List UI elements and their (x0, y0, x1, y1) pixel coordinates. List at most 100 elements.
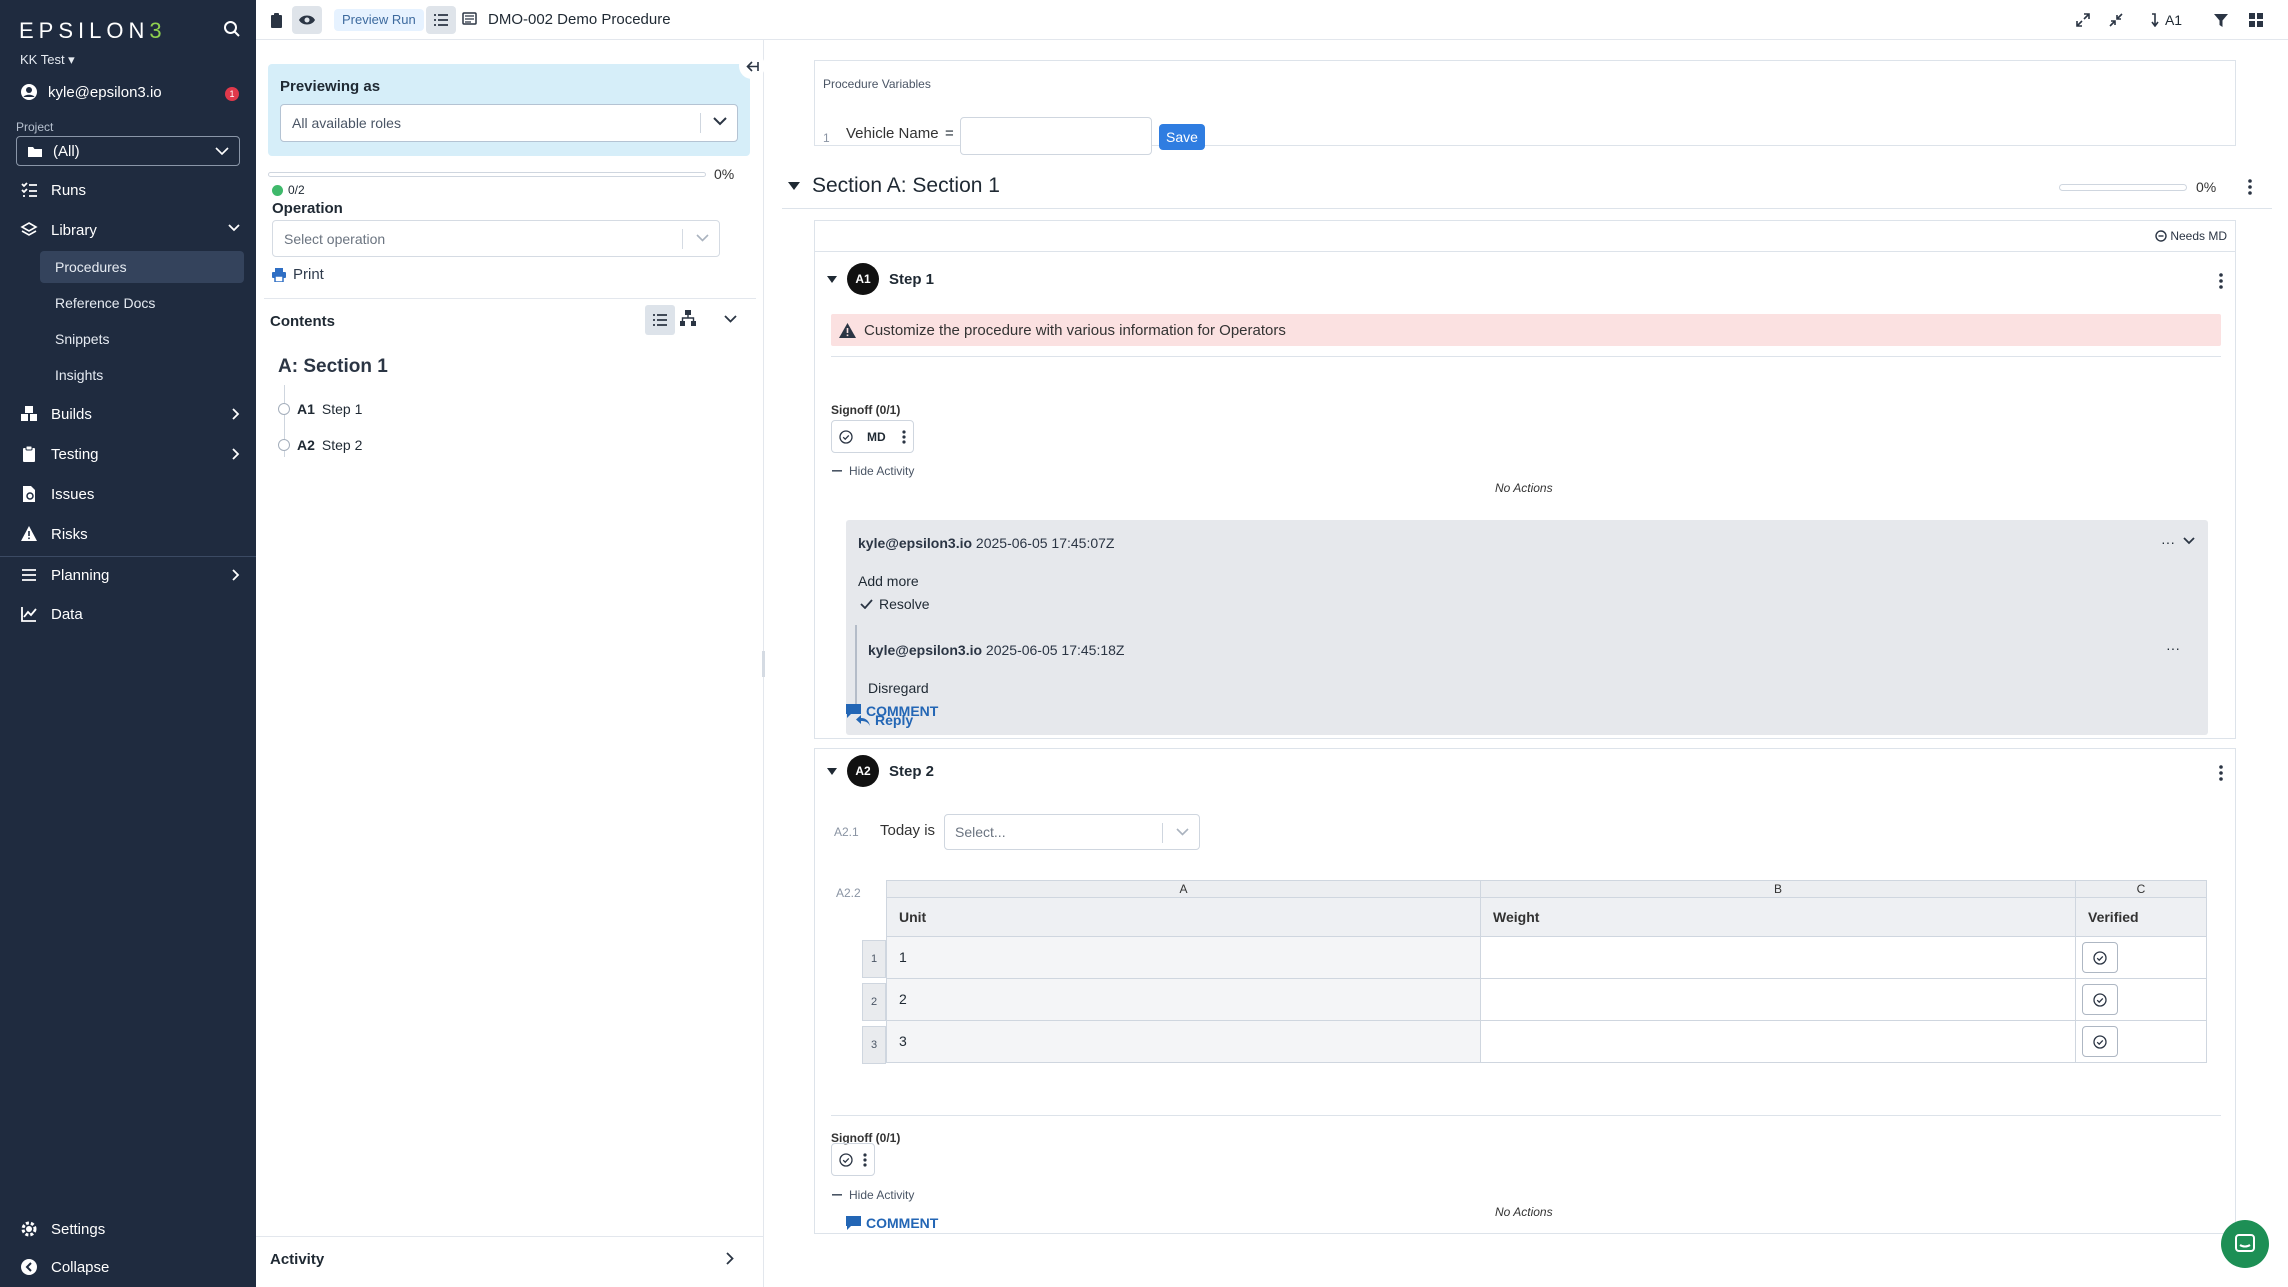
step-status-circle (278, 439, 290, 451)
user-menu[interactable]: kyle@epsilon3.io (20, 83, 162, 101)
operation-select[interactable]: Select operation (272, 220, 720, 257)
step-title: Step 2 (889, 762, 935, 780)
table-cell-verified (2075, 978, 2207, 1021)
variables-label: Procedure Variables (823, 77, 931, 91)
collapse-all-button[interactable] (2105, 6, 2127, 34)
nav-snippets[interactable]: Snippets (40, 323, 244, 355)
nav-risks[interactable]: Risks (0, 516, 256, 552)
table-cell-unit[interactable]: 3 (886, 1020, 1481, 1063)
more-vertical-icon[interactable] (863, 1152, 867, 1167)
procedure-main: Procedure Variables 1 Vehicle Name = Sav… (765, 40, 2288, 1287)
verify-button[interactable] (2082, 984, 2118, 1015)
step-header[interactable]: A1 Step 1 (827, 263, 934, 295)
table-cell-unit[interactable]: 1 (886, 936, 1481, 979)
expand-all-button[interactable] (2072, 6, 2094, 34)
search-icon[interactable] (223, 20, 241, 38)
comment-icon (846, 1216, 861, 1230)
jump-to-step-button[interactable]: A1 (2146, 6, 2186, 34)
run-progress-pct: 0% (714, 166, 735, 182)
nav-reference-docs[interactable]: Reference Docs (40, 287, 244, 319)
list-view-button[interactable] (645, 305, 675, 335)
comment-button[interactable]: COMMENT (846, 1215, 938, 1231)
filter-icon (2214, 13, 2228, 27)
chevron-right-icon[interactable] (726, 1252, 734, 1265)
hide-activity-toggle[interactable]: Hide Activity (832, 464, 914, 478)
clipboard-button[interactable] (266, 6, 286, 34)
user-avatar-icon (21, 84, 37, 100)
table-cell-unit[interactable]: 2 (886, 978, 1481, 1021)
print-button[interactable]: Print (272, 266, 324, 283)
activity-toggle[interactable]: Activity (270, 1251, 324, 1268)
resolve-button[interactable]: Resolve (860, 596, 930, 612)
step-a2: A2 Step 2 A2.1 Today is Select... A2.2 A… (814, 748, 2236, 1234)
toc-section-title[interactable]: A: Section 1 (278, 356, 388, 378)
expand-icon (2076, 13, 2090, 27)
chevron-down-icon (713, 117, 727, 126)
toc-step-a1[interactable]: A1 Step 1 (278, 401, 362, 417)
step-a1: Needs MD A1 Step 1 Customize the procedu… (814, 220, 2236, 739)
project-select[interactable]: (All) (16, 136, 240, 166)
vehicle-name-input[interactable] (960, 117, 1152, 155)
today-select[interactable]: Select... (944, 814, 1200, 850)
nav-issues[interactable]: Issues (0, 476, 256, 512)
section-header[interactable]: Section A: Section 1 (788, 174, 1000, 198)
signoff-control[interactable] (831, 1143, 875, 1176)
table-cell-verified (2075, 1020, 2207, 1063)
roles-select[interactable]: All available roles (280, 104, 738, 142)
check-circle-icon (2093, 992, 2107, 1007)
step-status-circle (278, 403, 290, 415)
chat-launcher-button[interactable] (2221, 1220, 2269, 1268)
more-vertical-icon[interactable] (2219, 273, 2223, 289)
minus-icon (832, 470, 842, 472)
printer-icon (272, 267, 286, 282)
notification-badge[interactable]: 1 (225, 87, 239, 101)
verify-button[interactable] (2082, 1026, 2118, 1057)
comment-thread: kyle@epsilon3.io 2025-06-05 17:45:07Z ··… (846, 520, 2208, 735)
chevron-down-icon (696, 234, 709, 242)
org-switcher[interactable]: KK Test ▾ (20, 52, 75, 68)
nav-insights[interactable]: Insights (40, 359, 244, 391)
runs-icon (21, 182, 37, 197)
check-circle-icon[interactable] (839, 429, 853, 444)
nav-planning[interactable]: Planning (0, 557, 256, 593)
more-vertical-icon[interactable] (2248, 179, 2252, 195)
hide-activity-toggle[interactable]: Hide Activity (832, 1188, 914, 1202)
reply-author: kyle@epsilon3.io 2025-06-05 17:45:18Z (868, 642, 1125, 658)
nav-procedures[interactable]: Procedures (40, 251, 244, 283)
collapse-sidebar-button[interactable] (739, 53, 765, 79)
nav-settings[interactable]: Settings (0, 1211, 256, 1247)
reply-body: Disregard (868, 680, 929, 696)
check-circle-icon[interactable] (839, 1152, 853, 1167)
step-header[interactable]: A2 Step 2 (827, 755, 934, 787)
nav-data[interactable]: Data (0, 596, 256, 632)
comment-button[interactable]: COMMENT (846, 703, 938, 719)
comment-icon (846, 704, 861, 718)
nav-runs[interactable]: Runs (0, 172, 256, 208)
save-variable-button[interactable]: Save (1159, 124, 1205, 150)
signoff-label: Signoff (0/1) (831, 403, 901, 417)
logo[interactable]: EPSILON3 (19, 18, 167, 44)
table-cell-weight[interactable] (1480, 1020, 2076, 1063)
nav-testing[interactable]: Testing (0, 436, 256, 472)
outline-toggle[interactable] (426, 6, 456, 34)
nav-builds[interactable]: Builds (0, 396, 256, 432)
table-cell-weight[interactable] (1480, 936, 2076, 979)
signoff-control[interactable]: MD (831, 420, 914, 453)
nav-collapse[interactable]: Collapse (0, 1249, 256, 1285)
comment-menu-button[interactable]: ··· (2161, 534, 2175, 550)
tree-view-button[interactable] (680, 310, 696, 326)
more-vertical-icon[interactable] (2219, 765, 2223, 781)
filter-button[interactable] (2210, 6, 2232, 34)
chevron-down-icon[interactable] (724, 315, 737, 323)
more-vertical-icon[interactable] (902, 429, 906, 444)
chevron-down-icon[interactable] (2183, 537, 2195, 545)
variable-name: Vehicle Name (846, 125, 939, 142)
verify-button[interactable] (2082, 942, 2118, 973)
table-cell-weight[interactable] (1480, 978, 2076, 1021)
preview-toggle[interactable] (292, 6, 322, 34)
layout-button[interactable] (2245, 6, 2267, 34)
reply-menu-button[interactable]: ··· (2166, 640, 2180, 656)
toc-step-a2[interactable]: A2 Step 2 (278, 437, 362, 453)
section-progress-pct: 0% (2196, 179, 2217, 195)
nav-library[interactable]: Library (0, 212, 256, 248)
